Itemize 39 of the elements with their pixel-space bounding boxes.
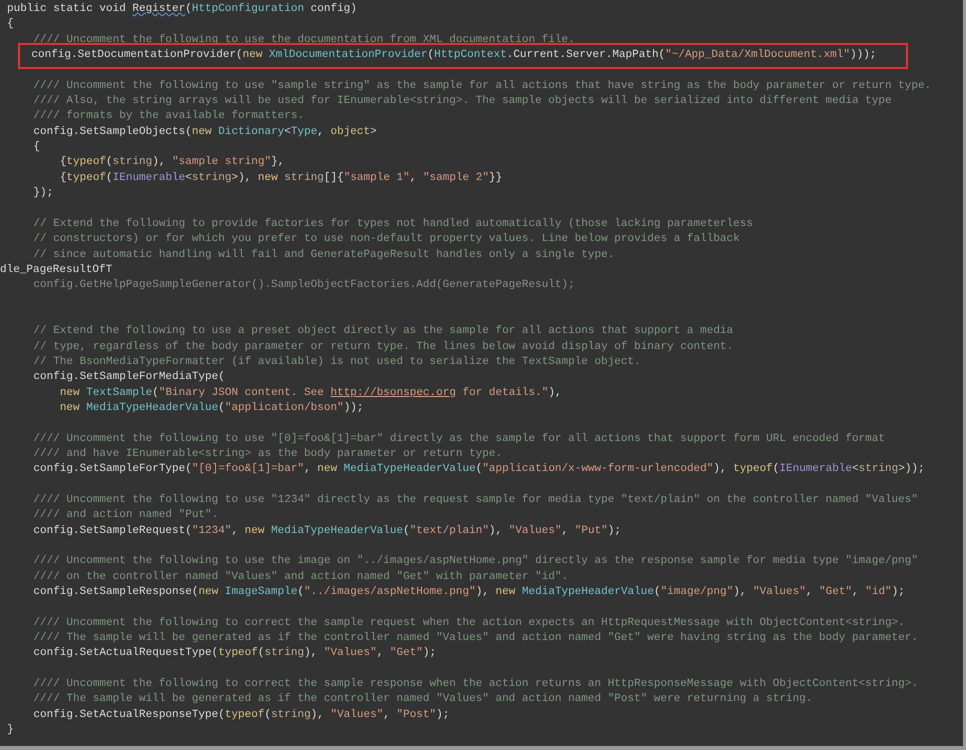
code-line: { <box>33 140 40 156</box>
code-line: config.SetSampleObjects(new Dictionary<Type, object> <box>33 124 377 140</box>
code-line: //// on the controller named "Values" and action named "Get" with parameter "id". <box>33 570 568 585</box>
code-line: //// Uncomment the following to correct the sample response when the action returns an HttpResponseMessage with ObjectContent<string>. <box>33 677 918 692</box>
code-line: config.SetSampleRequest("1234", new MediaTypeHeaderValue("text/plain"), "Values", "Put"); <box>33 524 621 539</box>
code-line: {typeof(IEnumerable<string>), new string[]{"sample 1", "sample 2"}} <box>60 170 502 186</box>
code-line: // The BsonMediaTypeFormatter (if available) is not used to serialize the TextSample object. <box>33 354 641 370</box>
code-line: // Extend the following to use a preset object directly as the sample for all actions that support a media <box>33 324 734 340</box>
code-line: }); <box>33 186 54 202</box>
code-line: //// The sample will be generated as if the controller named "Values" and action named "Get" were having string as the body parameter. <box>33 631 918 646</box>
code-line: new TextSample("Binary JSON content. See http://bsonspec.org for details."), <box>60 386 562 401</box>
code-line: // Extend the following to provide factories for types not handled automatically (those lacking parameterless <box>33 216 753 232</box>
code-line: config.SetActualResponseType(typeof(string), "Values", "Post"); <box>33 708 450 723</box>
code-line: // constructors) or for which you prefer to use non-default property values. Line below provides a fallback <box>33 232 740 248</box>
code-line: //// formats by the available formatters. <box>33 109 304 124</box>
code-line: //// and have IEnumerable<string> as the body parameter or return type. <box>33 446 502 462</box>
code-line: //// Uncomment the following to use "sample string" as the sample for all actions that have string as the body parameter or return type. <box>33 78 932 94</box>
code-line: { <box>7 17 14 32</box>
code-line: //// The sample will be generated as if the controller named "Values" and action named "Post" were returning a string. <box>33 692 812 708</box>
code-line: public static void Register(HttpConfiguration config) <box>7 2 357 17</box>
code-line: //// Uncomment the following to use the documentation from XML documentation file. <box>33 32 575 48</box>
code-line: //// Uncomment the following to use "[0]=foo&[1]=bar" directly as the sample for all actions that support form URL encoded format <box>33 432 885 447</box>
code-line: //// Uncomment the following to use "1234" directly as the request sample for media type "text/plain" on the controller named "Values" <box>33 493 918 508</box>
code-line: dle_PageResultOfT <box>0 262 112 278</box>
code-line: //// and action named "Put". <box>33 508 218 524</box>
code-line: config.SetSampleForType("[0]=foo&[1]=bar", new MediaTypeHeaderValue("application/x-www-form-urlencoded"), typeof(IEnumerable<string>)); <box>33 462 925 478</box>
code-line: //// Uncomment the following to use the image on "../images/aspNetHome.png" directly as the response sample for media type "image/png" <box>33 554 918 570</box>
code-line: // type, regardless of the body parameter or return type. The lines below avoid display of binary content. <box>33 340 734 355</box>
code-line: {typeof(string), "sample string"}, <box>60 155 284 170</box>
code-line: } <box>7 723 14 738</box>
code-line: new MediaTypeHeaderValue("application/bson")); <box>60 400 364 416</box>
code-line: config.SetSampleForMediaType( <box>33 370 225 386</box>
code-line: config.SetActualRequestType(typeof(string), "Values", "Get"); <box>33 646 436 662</box>
code-line: config.SetSampleResponse(new ImageSample("../images/aspNetHome.png"), new MediaTypeHeaderValue("image/png"), "Values", "Get", "id"); <box>33 585 905 600</box>
code-line: config.SetDocumentationProvider(new XmlDocumentationProvider(HttpContext.Current.Server.MapPath("~/App_Data/XmlDocument.xml"))); <box>31 48 876 64</box>
code-line: //// Also, the string arrays will be used for IEnumerable<string>. The sample objects will be serialized into different media type <box>33 94 892 110</box>
code-line: // since automatic handling will fail and GeneratePageResult handles only a single type. <box>33 248 614 262</box>
code-line: config.GetHelpPageSampleGenerator().SampleObjectFactories.Add(GeneratePageResult); <box>33 278 575 294</box>
code-line: //// Uncomment the following to correct the sample request when the action expects an HttpRequestMessage with ObjectContent<string>. <box>33 616 905 631</box>
